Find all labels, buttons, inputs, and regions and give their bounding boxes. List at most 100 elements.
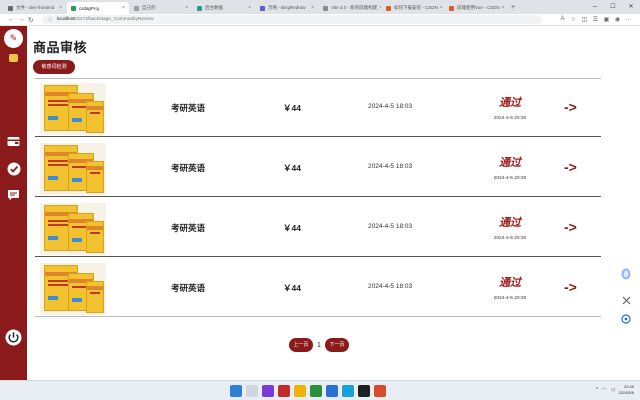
vscode-icon[interactable] <box>342 385 354 397</box>
system-clock[interactable]: 20:46 2024/5/6 <box>618 384 634 396</box>
collections-icon[interactable]: ▣ <box>601 16 612 23</box>
file-explorer-icon[interactable] <box>294 385 306 397</box>
maximize-icon[interactable]: ☐ <box>604 0 622 14</box>
url-host: localhost <box>56 17 76 22</box>
user-avatar-icon[interactable] <box>9 54 18 62</box>
submit-time: 2024-4-5 18:03 <box>368 103 413 110</box>
sidebar-item-messages[interactable] <box>6 187 21 202</box>
row-divider <box>35 256 601 257</box>
favorite-star-icon[interactable]: ☆ <box>568 16 579 23</box>
browser-tab-3[interactable]: 后台数据 × <box>193 2 255 14</box>
profile-icon[interactable]: ◉ <box>612 16 623 23</box>
product-price: ￥44 <box>283 163 301 173</box>
chevron-up-icon[interactable]: ^ <box>596 387 598 393</box>
floating-assistant-icon[interactable] <box>620 268 632 280</box>
new-tab-button[interactable]: + <box>508 2 518 14</box>
tab-favicon <box>71 5 76 11</box>
app-icon-orange[interactable] <box>374 385 386 397</box>
product-image <box>40 203 106 255</box>
wifi-icon[interactable]: ◠ <box>602 387 606 393</box>
close-window-icon[interactable]: ✕ <box>622 0 640 14</box>
list-item[interactable]: 考研英语 ￥44 2024-4-5 18:03 通过 2024-4-5 20:3… <box>35 260 601 317</box>
sidebar-item-goods[interactable] <box>6 134 21 149</box>
taskbar-search-icon[interactable] <box>246 385 258 397</box>
review-time: 2024-4-5 20:30 <box>493 116 527 121</box>
close-icon[interactable]: × <box>500 5 505 11</box>
app-icon-green[interactable] <box>310 385 322 397</box>
url-input[interactable]: ⓘ localhost :5173/backstage_CommodityRev… <box>42 15 542 24</box>
prev-page-button[interactable]: 上一页 <box>289 338 313 352</box>
page-title: 商品审核 <box>33 40 88 55</box>
back-icon[interactable]: ← <box>6 16 16 23</box>
browser-tab-7[interactable]: 前端使用Vue - CSDN × <box>445 2 507 14</box>
list-item[interactable]: 考研英语 ￥44 2024-4-5 18:03 通过 2024-4-5 20:3… <box>35 200 601 257</box>
reload-icon[interactable]: ↻ <box>26 16 36 24</box>
terminal-icon[interactable] <box>358 385 370 397</box>
browser-tab-2[interactable]: 自己的 × <box>130 2 192 14</box>
review-time: 2024-4-5 20:30 <box>493 176 527 181</box>
app-icon-red[interactable] <box>278 385 290 397</box>
review-time: 2024-4-5 20:30 <box>493 296 527 301</box>
review-status: 通过 <box>499 157 521 169</box>
more-icon[interactable]: … <box>623 16 634 23</box>
product-price: ￥44 <box>283 103 301 113</box>
submit-time: 2024-4-5 18:03 <box>368 223 413 230</box>
review-status: 通过 <box>499 97 521 109</box>
favorites-icon[interactable]: ☰ <box>590 16 601 23</box>
forward-icon[interactable]: → <box>16 16 26 23</box>
browser-tab-1[interactable]: csdapProj × <box>67 2 129 14</box>
list-item[interactable]: 考研英语 ￥44 2024-4-5 18:03 通过 2024-4-5 20:3… <box>35 140 601 197</box>
screenshot-tool-icon[interactable] <box>620 294 632 306</box>
close-icon[interactable]: × <box>183 5 188 11</box>
row-divider <box>35 316 601 317</box>
task-view-icon[interactable] <box>262 385 274 397</box>
next-page-button[interactable]: 下一页 <box>325 338 349 352</box>
current-page-number[interactable]: 1 <box>313 342 325 349</box>
tab-title: 前端使用Vue - CSDN <box>457 5 500 10</box>
tab-favicon <box>449 5 454 11</box>
settings-icon[interactable] <box>620 313 632 325</box>
tab-favicon <box>134 5 139 11</box>
taskbar-apps <box>230 385 390 397</box>
product-price: ￥44 <box>283 223 301 233</box>
sidebar-item-review[interactable] <box>6 161 21 176</box>
review-time: 2024-4-5 20:30 <box>493 236 527 241</box>
wallet-icon <box>7 137 20 146</box>
split-screen-icon[interactable]: ◫ <box>579 16 590 23</box>
browser-tab-5[interactable]: Vite 3.0 - 新的前端构建 × <box>319 2 381 14</box>
start-menu-icon[interactable] <box>230 385 242 397</box>
list-item[interactable]: 考研英语 ￥44 2024-4-5 18:03 通过 2024-4-5 20:3… <box>35 80 601 137</box>
detail-arrow-button[interactable]: -> <box>564 99 577 115</box>
detail-arrow-button[interactable]: -> <box>564 279 577 295</box>
close-icon[interactable]: × <box>246 5 251 11</box>
tab-title: Vite 3.0 - 新的前端构建 <box>331 5 378 10</box>
info-icon[interactable]: ⓘ <box>48 16 53 23</box>
sensitive-word-detect-button[interactable]: 敏感词检测 <box>33 60 75 74</box>
minimize-icon[interactable]: ─ <box>586 0 604 14</box>
pagination: 上一页 1 下一页 <box>289 338 349 352</box>
detail-arrow-button[interactable]: -> <box>564 219 577 235</box>
detail-arrow-button[interactable]: -> <box>564 159 577 175</box>
product-name: 考研英语 <box>171 163 206 173</box>
submit-time: 2024-4-5 18:03 <box>368 283 413 290</box>
close-icon[interactable]: × <box>438 5 443 11</box>
window-controls: ─ ☐ ✕ <box>586 0 640 14</box>
tab-title: 自己的 <box>142 5 156 10</box>
browser-tab-6[interactable]: 如何下载安装 - CSDN × <box>382 2 444 14</box>
close-icon[interactable]: × <box>120 5 125 11</box>
power-icon <box>5 329 22 346</box>
product-price: ￥44 <box>283 283 301 293</box>
read-aloud-icon[interactable]: A <box>557 16 568 23</box>
close-icon[interactable]: × <box>57 5 62 11</box>
browser-tab-4[interactable]: 示例 - BingRedraw × <box>256 2 318 14</box>
volume-icon[interactable]: ◁ <box>611 387 615 393</box>
close-icon[interactable]: × <box>309 5 314 11</box>
tab-favicon <box>8 5 13 11</box>
browser-tab-0[interactable]: 文件 - dev-frontend × <box>4 2 66 14</box>
tab-favicon <box>260 5 265 11</box>
logout-button[interactable] <box>5 329 22 346</box>
tab-title: 后台数据 <box>205 5 223 10</box>
browser-toolbar-icons: A ☆ ◫ ☰ ▣ ◉ … <box>557 16 634 23</box>
close-icon[interactable]: × <box>377 5 381 11</box>
edge-browser-icon[interactable] <box>326 385 338 397</box>
